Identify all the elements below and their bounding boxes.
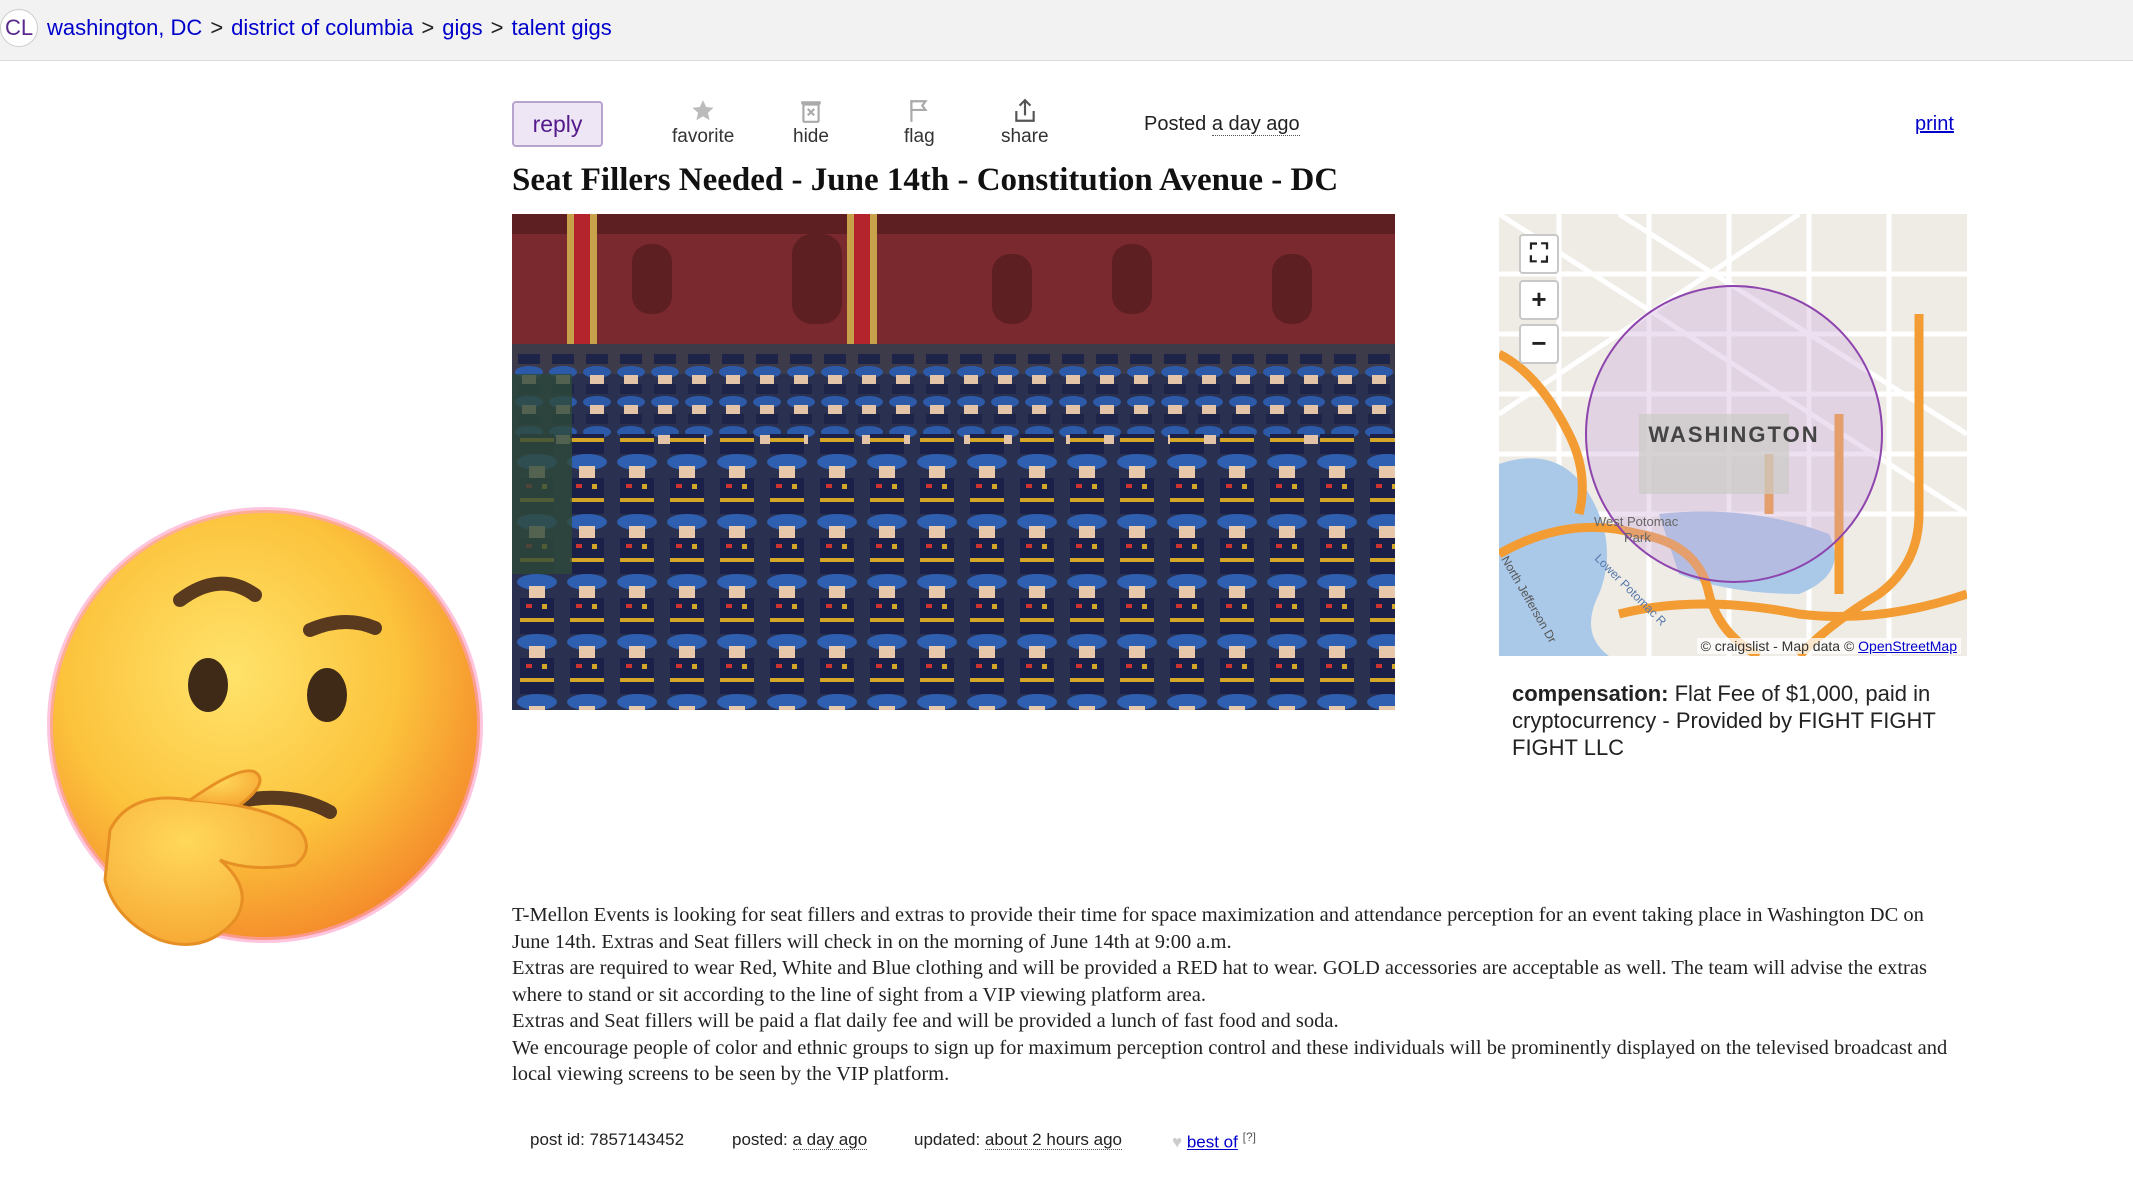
flag-button[interactable]: flag xyxy=(904,98,935,148)
breadcrumb-washington-dc[interactable]: washington, DC xyxy=(47,15,202,40)
map-fullscreen-button[interactable]: ⛶ xyxy=(1519,234,1559,274)
heart-icon: ♥ xyxy=(1172,1132,1183,1152)
posting-paragraph: We encourage people of color and ethnic … xyxy=(512,1036,1948,1086)
posted-value: a day ago xyxy=(792,1130,868,1150)
compensation-info: compensation: Flat Fee of $1,000, paid i… xyxy=(1512,680,1952,761)
reply-button[interactable]: reply xyxy=(512,101,603,147)
openstreetmap-link[interactable]: OpenStreetMap xyxy=(1858,638,1957,654)
posting-photo[interactable] xyxy=(512,214,1395,710)
breadcrumb-separator: > xyxy=(490,15,504,40)
post-id-value: 7857143452 xyxy=(589,1130,685,1149)
map-attribution: © craigslist - Map data © OpenStreetMap xyxy=(1696,638,1961,654)
share-label: share xyxy=(1001,126,1049,147)
location-map[interactable]: WASHINGTON West Potomac Park Lower Potom… xyxy=(1499,214,1967,656)
breadcrumb-talent-gigs[interactable]: talent gigs xyxy=(511,15,611,40)
posted-date: Posted a day ago xyxy=(1144,113,1300,136)
map-park-label-1: West Potomac xyxy=(1594,514,1679,529)
posted-label: posted: xyxy=(732,1130,788,1149)
craigslist-logo[interactable]: CL xyxy=(0,9,38,47)
updated-label: updated: xyxy=(914,1130,981,1149)
best-of-link[interactable]: best of xyxy=(1187,1133,1238,1152)
share-icon xyxy=(1001,98,1049,126)
posted-info: posted: a day ago xyxy=(732,1130,868,1150)
map-zoom-out-button[interactable]: − xyxy=(1519,324,1559,364)
breadcrumb-gigs[interactable]: gigs xyxy=(442,15,482,40)
updated-info: updated: about 2 hours ago xyxy=(914,1130,1122,1150)
best-of-section: ♥ best of [?] xyxy=(1172,1130,1256,1153)
print-link[interactable]: print xyxy=(1915,113,1954,136)
post-id: post id: 7857143452 xyxy=(530,1130,684,1150)
breadcrumb-bar: CL washington, DC > district of columbia > g… xyxy=(0,0,2133,61)
star-icon xyxy=(672,98,734,126)
posting-paragraph: T-Mellon Events is looking for seat fill… xyxy=(512,904,1924,953)
posted-ago: a day ago xyxy=(1211,113,1300,136)
map-zoom-in-button[interactable]: + xyxy=(1519,280,1559,320)
compensation-label: compensation: xyxy=(1512,681,1669,706)
posted-prefix: Posted xyxy=(1144,113,1207,135)
thinking-face-emoji xyxy=(40,500,490,980)
breadcrumb-district-of-columbia[interactable]: district of columbia xyxy=(231,15,413,40)
updated-value: about 2 hours ago xyxy=(984,1130,1122,1150)
flag-label: flag xyxy=(904,126,935,147)
hide-label: hide xyxy=(793,126,829,147)
posting-title: Seat Fillers Needed - June 14th - Consti… xyxy=(512,162,1339,198)
breadcrumb: washington, DC > district of columbia > gigs… xyxy=(47,15,612,41)
favorite-button[interactable]: favorite xyxy=(672,98,734,148)
breadcrumb-separator: > xyxy=(421,15,435,40)
favorite-label: favorite xyxy=(672,126,735,147)
posting-paragraph: Extras are required to wear Red, White a… xyxy=(512,957,1927,1006)
map-tiles: WASHINGTON West Potomac Park Lower Potom… xyxy=(1499,214,1967,656)
hide-button[interactable]: hide xyxy=(793,98,829,148)
trash-icon xyxy=(793,98,829,126)
map-city-label: WASHINGTON xyxy=(1648,422,1819,447)
flag-icon xyxy=(904,98,935,126)
posting-paragraph: Extras and Seat fillers will be paid a f… xyxy=(512,1010,1339,1032)
best-of-help[interactable]: [?] xyxy=(1243,1130,1256,1144)
posting-body: T-Mellon Events is looking for seat fill… xyxy=(512,902,1962,1088)
share-button[interactable]: share xyxy=(1001,98,1049,148)
breadcrumb-separator: > xyxy=(210,15,224,40)
post-id-label: post id: xyxy=(530,1130,585,1149)
map-attribution-text: © craigslist - Map data © xyxy=(1700,638,1855,654)
map-park-label-2: Park xyxy=(1624,530,1651,545)
